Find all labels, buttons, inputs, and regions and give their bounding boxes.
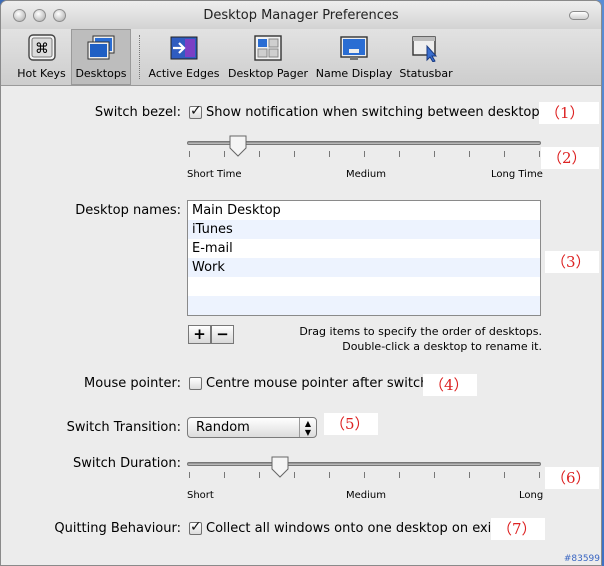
slider-tick [189, 151, 190, 157]
slider-tick [469, 472, 470, 478]
bezel-duration-slider-thumb[interactable] [229, 135, 247, 157]
popup-arrows-icon: ▲ ▼ [299, 418, 316, 437]
toolbar-toggle-button[interactable] [569, 11, 589, 20]
slider-tick [329, 472, 330, 478]
slider-tick [259, 472, 260, 478]
annotation-5: （5） [324, 413, 378, 435]
list-item[interactable]: iTunes [188, 220, 540, 239]
tab-statusbar-label: Statusbar [399, 67, 453, 80]
slider-tick [504, 472, 505, 478]
tab-desktop-pager[interactable]: Desktop Pager [227, 29, 309, 85]
centre-mouse-pointer-label[interactable]: Centre mouse pointer after switch [206, 376, 428, 391]
tab-name-display[interactable]: Name Display [314, 29, 394, 85]
statusbar-icon [412, 36, 438, 62]
annotation-2: （2） [541, 147, 599, 169]
mouse-pointer-label: Mouse pointer: [84, 376, 181, 391]
switch-bezel-label: Switch bezel: [94, 105, 181, 120]
desktop-names-hint-1: Drag items to specify the order of deskt… [299, 325, 542, 338]
annotation-6: （6） [545, 467, 599, 489]
desktops-icon [87, 35, 115, 60]
slider-tick [539, 151, 540, 157]
duration-slider-min-label: Short [187, 490, 214, 501]
duration-slider-mid-label: Medium [346, 490, 386, 501]
slider-tick [504, 151, 505, 157]
switch-transition-popup[interactable]: Random ▲ ▼ [187, 417, 317, 438]
switch-bezel-checkbox-label[interactable]: Show notification when switching between… [206, 105, 546, 120]
list-item[interactable]: Main Desktop [188, 201, 540, 220]
switch-bezel-checkbox[interactable] [189, 103, 202, 119]
slider-tick [189, 472, 190, 478]
annotation-4: （4） [423, 374, 477, 396]
desktop-pager-icon [254, 35, 282, 61]
watermark: #83599 [563, 554, 600, 564]
bezel-slider-mid-label: Medium [346, 169, 386, 180]
switch-transition-label: Switch Transition: [66, 420, 181, 435]
tab-statusbar[interactable]: Statusbar [397, 29, 455, 85]
slider-tick [539, 472, 540, 478]
switch-duration-label: Switch Duration: [73, 456, 181, 471]
collect-windows-label[interactable]: Collect all windows onto one desktop on … [206, 521, 496, 536]
svg-text:⌘: ⌘ [35, 41, 49, 57]
tab-active-edges-label: Active Edges [148, 67, 220, 80]
slider-tick [294, 151, 295, 157]
toolbar: ⌘ Hot Keys Desktops Active Edges Desktop… [1, 29, 601, 86]
add-desktop-button[interactable]: + [188, 325, 211, 344]
switch-duration-slider-track[interactable] [187, 462, 541, 466]
annotation-3: （3） [545, 251, 599, 273]
centre-mouse-pointer-checkbox[interactable] [189, 377, 202, 390]
toolbar-separator [139, 35, 140, 79]
duration-slider-max-label: Long [519, 490, 544, 501]
switch-duration-slider-thumb[interactable] [271, 456, 289, 478]
tab-desktops[interactable]: Desktops [71, 29, 131, 85]
slider-tick [259, 151, 260, 157]
tab-hot-keys-label: Hot Keys [17, 67, 66, 80]
slider-tick [224, 472, 225, 478]
name-display-icon [340, 36, 368, 60]
quitting-behaviour-label: Quitting Behaviour: [54, 521, 181, 536]
tab-active-edges[interactable]: Active Edges [147, 29, 221, 85]
desktop-names-list[interactable]: Main Desktop iTunes E-mail Work [187, 200, 541, 316]
slider-tick [364, 472, 365, 478]
collect-windows-checkbox[interactable] [189, 519, 202, 535]
slider-tick [399, 151, 400, 157]
slider-tick [224, 151, 225, 157]
desktop-names-label: Desktop names: [75, 203, 181, 218]
title-bar: Desktop Manager Preferences [1, 1, 601, 29]
slider-tick [399, 472, 400, 478]
bezel-slider-max-label: Long Time [491, 169, 543, 180]
switch-transition-value: Random [196, 420, 250, 435]
slider-tick [434, 151, 435, 157]
empty-list-row [188, 296, 540, 315]
slider-tick [434, 472, 435, 478]
desktops-pane: Switch bezel: Show notification when swi… [1, 86, 601, 565]
preferences-window: Desktop Manager Preferences ⌘ Hot Keys D… [0, 0, 602, 566]
bezel-slider-min-label: Short Time [187, 169, 242, 180]
remove-desktop-button[interactable]: − [211, 325, 234, 344]
empty-list-row [188, 277, 540, 296]
annotation-1: （1） [539, 102, 599, 124]
slider-tick [364, 151, 365, 157]
active-edges-icon [170, 36, 198, 60]
desktop-names-hint-2: Double-click a desktop to rename it. [342, 340, 542, 353]
slider-tick [469, 151, 470, 157]
slider-tick [329, 151, 330, 157]
command-key-icon: ⌘ [28, 34, 56, 61]
tab-desktop-pager-label: Desktop Pager [227, 67, 308, 80]
list-item[interactable]: Work [188, 258, 540, 277]
tab-hot-keys[interactable]: ⌘ Hot Keys [14, 29, 69, 85]
tab-desktops-label: Desktops [75, 67, 127, 80]
slider-tick [294, 472, 295, 478]
annotation-7: （7） [491, 518, 545, 540]
window-title: Desktop Manager Preferences [203, 8, 399, 23]
list-item[interactable]: E-mail [188, 239, 540, 258]
tab-name-display-label: Name Display [315, 67, 393, 80]
